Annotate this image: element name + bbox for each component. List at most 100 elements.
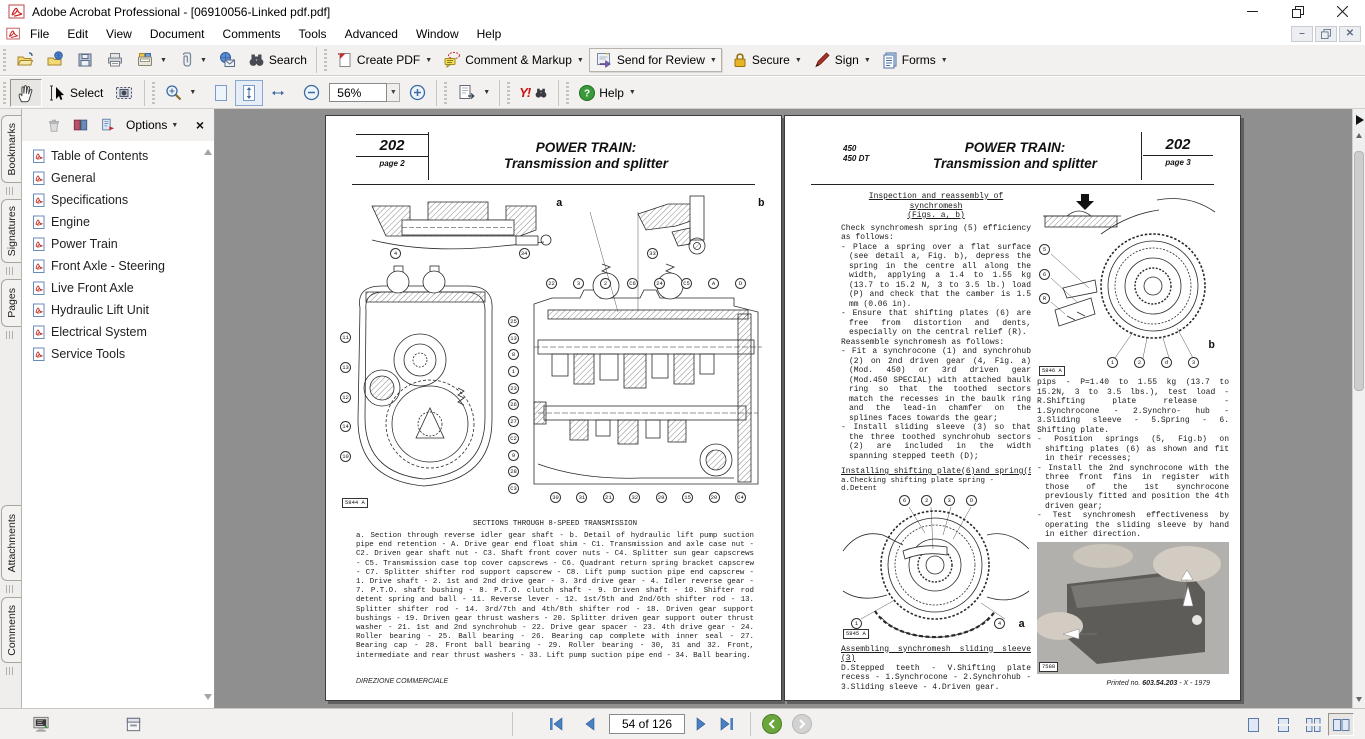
attach-button[interactable]: ▼	[172, 48, 212, 72]
forms-button[interactable]: Forms▼	[876, 48, 953, 72]
tab-bookmarks[interactable]: Bookmarks	[1, 115, 21, 183]
zoom-level-dropdown[interactable]: ▼	[387, 83, 400, 102]
forms-dropdown[interactable]: ▼	[941, 57, 948, 64]
page-display-dropdown[interactable]: ▼	[483, 89, 490, 96]
secure-button[interactable]: Secure▼	[726, 48, 807, 72]
previous-page-button[interactable]	[582, 716, 598, 737]
menu-item[interactable]: View	[97, 25, 141, 43]
tab-attachments[interactable]: Attachments	[1, 505, 21, 581]
continuous-layout-button[interactable]	[1270, 713, 1296, 736]
menu-item[interactable]: Window	[407, 25, 468, 43]
organizer-button[interactable]: ▼	[130, 48, 172, 72]
first-page-button[interactable]	[548, 716, 566, 737]
single-page-layout-button[interactable]	[1240, 713, 1266, 736]
attach-dropdown[interactable]: ▼	[200, 57, 207, 64]
fit-page-button[interactable]	[207, 80, 235, 106]
fit-height-button[interactable]	[235, 80, 263, 106]
save-button[interactable]	[70, 48, 100, 72]
help-dropdown[interactable]: ▼	[629, 89, 636, 96]
bookmark-item[interactable]: Electrical System	[24, 321, 202, 343]
snapshot-button[interactable]	[108, 80, 140, 106]
bookmark-item[interactable]: Service Tools	[24, 343, 202, 365]
bookmark-item[interactable]: Engine	[24, 211, 202, 233]
help-button[interactable]: ?Help▼	[573, 81, 641, 105]
toolbar-grip[interactable]	[566, 82, 569, 104]
window-minimize-button[interactable]	[1230, 1, 1275, 23]
print-button[interactable]	[100, 48, 130, 72]
create-pdf-button[interactable]: Create PDF▼	[331, 48, 437, 72]
options-dropdown[interactable]: ▼	[171, 122, 178, 129]
last-page-button[interactable]	[718, 716, 736, 737]
scroll-up-button[interactable]	[1356, 133, 1362, 138]
page-tray-button[interactable]	[120, 713, 146, 736]
scroll-down-arrow-icon[interactable]	[204, 694, 212, 700]
menu-item[interactable]: Edit	[58, 25, 97, 43]
sign-button[interactable]: Sign▼	[807, 48, 876, 72]
open-button[interactable]	[10, 48, 40, 72]
hide-panel-arrow-icon[interactable]	[1356, 115, 1364, 125]
document-close-button[interactable]: ✕	[1339, 26, 1361, 42]
toolbar-grip[interactable]	[444, 82, 447, 104]
bookmark-item[interactable]: Live Front Axle	[24, 277, 202, 299]
new-bookmark-icon[interactable]	[99, 117, 116, 133]
open-web-button[interactable]	[40, 48, 70, 72]
options-button[interactable]: Options	[126, 118, 167, 132]
bookmark-item[interactable]: Power Train	[24, 233, 202, 255]
facing-layout-button[interactable]	[1328, 713, 1354, 736]
menu-item[interactable]: Document	[141, 25, 214, 43]
bookmark-item[interactable]: Front Axle - Steering	[24, 255, 202, 277]
tab-signatures[interactable]: Signatures	[1, 199, 21, 263]
fullscreen-button[interactable]	[28, 713, 54, 736]
vertical-scrollbar[interactable]	[1352, 109, 1365, 708]
comment-markup-dropdown[interactable]: ▼	[577, 57, 584, 64]
create-pdf-dropdown[interactable]: ▼	[425, 57, 432, 64]
bookmarks-scrollbar[interactable]	[202, 145, 214, 706]
yahoo-search-button[interactable]: Y!	[514, 82, 554, 103]
fit-width-button[interactable]	[263, 80, 293, 106]
panel-close-button[interactable]: ×	[196, 117, 204, 133]
zoom-level-input[interactable]: 56%	[329, 83, 387, 102]
delete-bookmark-icon[interactable]	[46, 117, 62, 134]
zoom-in-button[interactable]	[403, 80, 432, 105]
toolbar-grip[interactable]	[3, 82, 6, 104]
window-restore-button[interactable]	[1275, 1, 1320, 23]
menu-item[interactable]: Advanced	[336, 25, 407, 43]
scroll-down-button[interactable]	[1356, 697, 1362, 702]
menu-item[interactable]: File	[21, 25, 58, 43]
zoom-tool-dropdown[interactable]: ▼	[189, 89, 196, 96]
zoom-tool-button[interactable]: ▼	[159, 80, 201, 106]
bookmark-item[interactable]: Hydraulic Lift Unit	[24, 299, 202, 321]
scroll-up-arrow-icon[interactable]	[204, 149, 212, 155]
document-minimize-button[interactable]: –	[1291, 26, 1313, 42]
previous-view-button[interactable]	[762, 714, 782, 734]
menu-item[interactable]: Tools	[290, 25, 336, 43]
toolbar-grip[interactable]	[507, 82, 510, 104]
tab-comments[interactable]: Comments	[1, 597, 21, 663]
email-button[interactable]	[212, 48, 242, 72]
menu-item[interactable]: Help	[468, 25, 511, 43]
search-button[interactable]: Search	[242, 48, 312, 72]
document-restore-button[interactable]	[1315, 26, 1337, 42]
window-close-button[interactable]	[1320, 1, 1365, 23]
scrollbar-thumb[interactable]	[1354, 151, 1364, 391]
send-for-review-dropdown[interactable]: ▼	[710, 57, 717, 64]
secure-dropdown[interactable]: ▼	[795, 57, 802, 64]
page-display-button[interactable]: ▼	[451, 80, 495, 106]
tab-pages[interactable]: Pages	[1, 279, 21, 327]
send-for-review-button[interactable]: Send for Review▼	[589, 48, 722, 72]
comment-markup-button[interactable]: Comment & Markup▼	[437, 48, 589, 72]
organizer-dropdown[interactable]: ▼	[160, 57, 167, 64]
bookmark-item[interactable]: Table of Contents	[24, 145, 202, 167]
hand-tool-button[interactable]	[10, 79, 42, 107]
toolbar-grip[interactable]	[152, 82, 155, 104]
next-view-button[interactable]	[792, 714, 812, 734]
expand-bookmark-icon[interactable]	[72, 117, 89, 133]
continuous-facing-layout-button[interactable]	[1300, 713, 1326, 736]
toolbar-grip[interactable]	[3, 49, 6, 71]
toolbar-grip[interactable]	[324, 49, 327, 71]
zoom-out-button[interactable]	[297, 80, 326, 105]
next-page-button[interactable]	[693, 716, 709, 737]
select-tool-button[interactable]: Select	[42, 80, 108, 106]
menu-item[interactable]: Comments	[214, 25, 290, 43]
sign-dropdown[interactable]: ▼	[864, 57, 871, 64]
